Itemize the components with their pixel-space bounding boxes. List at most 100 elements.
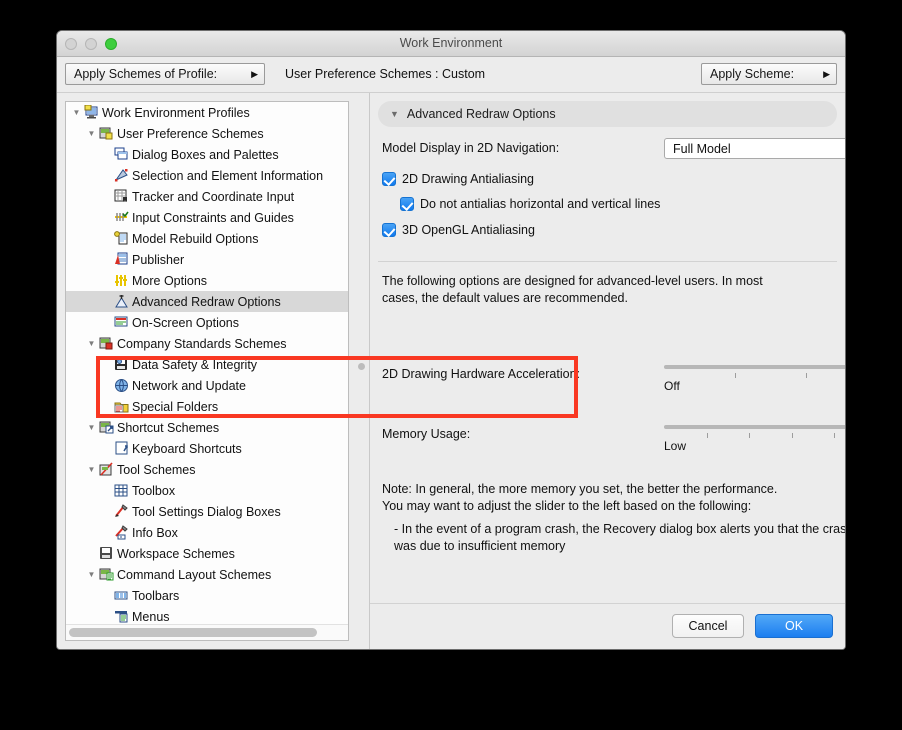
slider-tick <box>749 433 751 438</box>
tree-item-label: Selection and Element Information <box>132 168 324 183</box>
disclosure-spacer: ▼ <box>100 214 113 222</box>
tree-item-tracker-and-coordinate-input[interactable]: ▼ Tracker and Coordinate Input <box>66 186 348 207</box>
disclosure-spacer: ▼ <box>100 172 113 180</box>
tree-item-toolbars[interactable]: ▼ Toolbars <box>66 585 348 606</box>
tree-item-toolbox[interactable]: ▼ Toolbox <box>66 480 348 501</box>
tree-item-info-box[interactable]: ▼ Info Box <box>66 522 348 543</box>
disclosure-triangle-open-icon[interactable]: ▼ <box>70 108 83 117</box>
ok-button[interactable]: OK <box>755 614 833 638</box>
tree-horizontal-scrollbar[interactable] <box>66 624 348 640</box>
tree-item-label: Publisher <box>132 252 185 267</box>
disclosure-spacer: ▼ <box>100 256 113 264</box>
tree-item-tool-settings-dialog-boxes[interactable]: ▼ Tool Settings Dialog Boxes <box>66 501 348 522</box>
hardware-acceleration-min-label: Off <box>664 379 680 393</box>
toolbox-icon <box>113 483 130 498</box>
checkbox-checked-icon[interactable] <box>382 223 396 237</box>
tree-item-label: On-Screen Options <box>132 315 239 330</box>
model-display-combobox[interactable]: Full Model ▲ ▼ <box>664 138 845 159</box>
memory-note-bullet: - In the event of a program crash, the R… <box>394 521 845 555</box>
tree-item-workspace-schemes[interactable]: ▼ Workspace Schemes <box>66 543 348 564</box>
tree-horizontal-scroll-thumb[interactable] <box>69 628 317 637</box>
disclosure-spacer: ▼ <box>85 550 98 558</box>
tree-item-company-standards-schemes[interactable]: ▼ Company Standards Schemes <box>66 333 348 354</box>
hardware-acceleration-slider[interactable]: Off Full <box>664 361 845 393</box>
tree-item-more-options[interactable]: ▼ More Options <box>66 270 348 291</box>
memory-usage-min-label: Low <box>664 439 687 453</box>
model-rebuild-icon <box>113 231 130 246</box>
tree-item-command-layout-schemes[interactable]: ▼ Command Layout Schemes <box>66 564 348 585</box>
disclosure-spacer: ▼ <box>100 298 113 306</box>
tool-schemes-icon <box>98 462 115 477</box>
section-header-label: Advanced Redraw Options <box>406 107 556 121</box>
disclosure-triangle-open-icon[interactable]: ▼ <box>85 465 98 474</box>
chevron-right-icon: ▶ <box>823 68 830 79</box>
company-standards-icon <box>98 336 115 351</box>
screenshot-root: Work Environment Apply Schemes of Profil… <box>0 0 902 730</box>
preference-schemes-icon <box>98 126 115 141</box>
tree-item-selection-and-element-information[interactable]: ▼ Selection and Element Information <box>66 165 348 186</box>
tree-item-keyboard-shortcuts[interactable]: ▼ Keyboard Shortcuts <box>66 438 348 459</box>
chevron-right-icon: ▶ <box>251 68 258 79</box>
on-screen-options-icon <box>113 315 130 330</box>
tree-item-on-screen-options[interactable]: ▼ On-Screen Options <box>66 312 348 333</box>
tree-item-dialog-boxes-and-palettes[interactable]: ▼ Dialog Boxes and Palettes <box>66 144 348 165</box>
advanced-redraw-icon <box>113 294 130 309</box>
publisher-icon <box>113 252 130 267</box>
checkbox-no-antialias-hv-label: Do not antialias horizontal and vertical… <box>420 197 661 211</box>
work-environment-window: Work Environment Apply Schemes of Profil… <box>56 30 846 650</box>
slider-tick <box>735 373 736 378</box>
disclosure-triangle-open-icon[interactable]: ▼ <box>85 570 98 579</box>
cancel-button[interactable]: Cancel <box>672 614 744 638</box>
hardware-acceleration-label: 2D Drawing Hardware Acceleration: <box>382 367 581 381</box>
tree-item-label: Model Rebuild Options <box>132 231 259 246</box>
checkbox-checked-icon[interactable] <box>382 172 396 186</box>
apply-scheme-pulldown[interactable]: Apply Scheme: ▶ <box>701 63 837 85</box>
tree-vertical-scrollbar[interactable] <box>357 101 367 641</box>
tool-settings-icon <box>113 504 130 519</box>
checkbox-checked-icon[interactable] <box>400 197 414 211</box>
scheme-tree-panel[interactable]: ▼ Work Environment Profiles ▼ User Preferen… <box>65 101 349 641</box>
disclosure-triangle-open-icon[interactable]: ▼ <box>85 339 98 348</box>
disclosure-triangle-open-icon[interactable]: ▼ <box>85 129 98 138</box>
scheme-tree-list[interactable]: ▼ Work Environment Profiles ▼ User Preferen… <box>66 102 348 624</box>
slider-tick <box>706 433 708 438</box>
section-header-advanced-redraw[interactable]: ▼ Advanced Redraw Options <box>378 101 837 127</box>
checkbox-no-antialias-horizontal-vertical[interactable]: Do not antialias horizontal and vertical… <box>400 197 660 211</box>
tree-item-publisher[interactable]: ▼ Publisher <box>66 249 348 270</box>
menus-icon <box>113 609 130 624</box>
slider-track[interactable] <box>664 365 845 369</box>
network-update-icon <box>113 378 130 393</box>
checkbox-3d-opengl-antialiasing[interactable]: 3D OpenGL Antialiasing <box>382 223 535 237</box>
tree-item-menus[interactable]: ▼ Menus <box>66 606 348 624</box>
tree-item-shortcut-schemes[interactable]: ▼ Shortcut Schemes <box>66 417 348 438</box>
advanced-note-line-1: The following options are designed for a… <box>382 274 763 288</box>
tree-item-label: Tool Settings Dialog Boxes <box>132 504 281 519</box>
tree-item-model-rebuild-options[interactable]: ▼ Model Rebuild Options <box>66 228 348 249</box>
tree-item-work-environment-profiles[interactable]: ▼ Work Environment Profiles <box>66 102 348 123</box>
tree-item-special-folders[interactable]: ▼ Special Folders <box>66 396 348 417</box>
selection-info-icon <box>113 168 130 183</box>
checkbox-2d-drawing-antialiasing[interactable]: 2D Drawing Antialiasing <box>382 172 534 186</box>
tree-item-tool-schemes[interactable]: ▼ Tool Schemes <box>66 459 348 480</box>
advanced-users-note: The following options are designed for a… <box>382 273 842 307</box>
current-scheme-label: User Preference Schemes : Custom <box>285 67 486 81</box>
tree-item-advanced-redraw-options[interactable]: ▼ Advanced Redraw Options <box>66 291 348 312</box>
tree-item-label: Info Box <box>132 525 178 540</box>
keyboard-shortcuts-icon <box>113 441 130 456</box>
tree-item-user-preference-schemes[interactable]: ▼ User Preference Schemes <box>66 123 348 144</box>
apply-schemes-of-profile-label: Apply Schemes of Profile: <box>74 67 218 81</box>
tree-item-label: More Options <box>132 273 208 288</box>
tree-item-network-and-update[interactable]: ▼ Network and Update <box>66 375 348 396</box>
window-titlebar[interactable]: Work Environment <box>57 31 845 57</box>
disclosure-spacer: ▼ <box>100 151 113 159</box>
tree-item-data-safety-integrity[interactable]: ▼ Data Safety & Integrity <box>66 354 348 375</box>
tree-item-label: Data Safety & Integrity <box>132 357 258 372</box>
slider-track[interactable] <box>664 425 845 429</box>
apply-schemes-of-profile-pulldown[interactable]: Apply Schemes of Profile: ▶ <box>65 63 265 85</box>
tree-item-label: Workspace Schemes <box>117 546 235 561</box>
tree-item-input-constraints-and-guides[interactable]: ▼ Input Constraints and Guides <box>66 207 348 228</box>
tracker-coordinate-icon <box>113 189 130 204</box>
disclosure-triangle-open-icon[interactable]: ▼ <box>85 423 98 432</box>
model-display-label: Model Display in 2D Navigation: <box>382 141 560 155</box>
memory-usage-slider[interactable]: Low High <box>664 421 845 453</box>
